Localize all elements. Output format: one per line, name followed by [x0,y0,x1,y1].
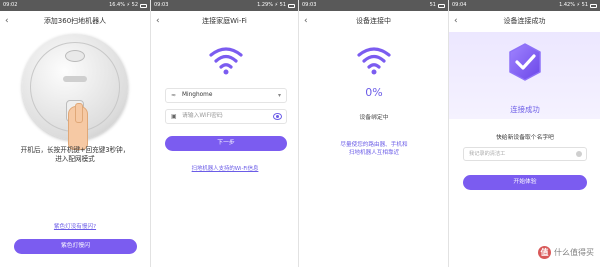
page-title: 连接家庭Wi-Fi [202,17,247,25]
chevron-down-icon[interactable]: ▾ [278,89,281,102]
checkmark-icon [509,43,541,81]
status-right: 16.4% ⚡ 52 [109,0,147,11]
slow-flash-button[interactable]: 紫色灯慢闪 [14,239,137,254]
instruction-line-1: 开机后，长按开机键+回充键3秒钟， [20,146,130,154]
wifi-ssid-select[interactable]: ≈ Minghome ▾ [165,88,287,103]
robot-logo [63,76,87,82]
watermark-logo-icon: 值 [538,246,551,259]
back-arrow-icon[interactable]: ‹ [454,11,458,32]
page-title: 添加360扫地机器人 [43,17,107,25]
screen-connect-success: 09:04 1.42% ⚡ 51 ‹ 设备连接成功 连接成功 快给新设备取个名字… [448,0,600,267]
success-hero: 连接成功 [449,32,600,119]
progress-percent: 0% [365,86,383,99]
wifi-password-input[interactable]: ▣ 请输入WiFi密码 [165,109,287,124]
status-right: 1.42% ⚡ 51 [559,0,597,11]
nav-bar: ‹ 设备连接成功 [449,11,600,32]
page-title: 设备连接中 [356,17,391,25]
status-bar: 09:02 16.4% ⚡ 52 [0,0,150,11]
back-arrow-icon[interactable]: ‹ [156,11,160,32]
status-bar: 09:03 1.29% ⚡ 51 [151,0,298,11]
status-time: 09:02 [3,2,18,8]
back-arrow-icon[interactable]: ‹ [5,11,9,32]
status-bar: 09:04 1.42% ⚡ 51 [449,0,600,11]
status-indicators: 16.4% ⚡ 52 [109,2,138,8]
status-indicators: 51 [429,2,436,8]
battery-icon [438,3,445,8]
battery-icon [140,3,147,8]
tip-line-1: 尽量使您的路由器、手机和 [340,142,408,148]
eye-icon[interactable] [273,113,282,120]
success-text: 连接成功 [510,105,540,114]
tip-line-2: 扫地机器人互相靠近 [348,150,400,156]
screen-connect-wifi: 09:03 1.29% ⚡ 51 ‹ 连接家庭Wi-Fi ≈ Minghome … [150,0,298,267]
wifi-password-placeholder: 请输入WiFi密码 [182,113,223,119]
binding-status: 设备绑定中 [359,115,389,121]
status-time: 09:03 [302,2,317,8]
status-right: 51 [430,0,445,11]
nav-bar: ‹ 设备连接中 [299,11,448,32]
robot-sensor [65,50,85,62]
robot-illustration [22,34,128,150]
status-indicators: 1.42% ⚡ 51 [559,2,588,8]
no-slow-flash-link[interactable]: 紫色灯没有慢闪? [0,222,150,230]
nav-bar: ‹ 添加360扫地机器人 [0,11,150,32]
instruction-line-2: 进入配网模式 [55,155,95,163]
wifi-ssid-value: Minghome [182,92,213,98]
status-bar: 09:03 51 [299,0,448,11]
status-right: 1.29% ⚡ 51 [257,0,295,11]
status-time: 09:04 [452,2,467,8]
lock-icon: ▣ [171,113,177,120]
page-title: 设备连接成功 [503,17,546,25]
battery-icon [590,3,597,8]
name-prompt: 快给新设备取个名字吧 [496,135,554,141]
watermark: 值 什么值得买 [538,246,594,259]
wifi-info-link[interactable]: 扫地机器人支持的Wi-Fi信息 [151,164,298,172]
instruction-text: 开机后，长按开机键+回充键3秒钟， 进入配网模式 [0,146,150,164]
device-name-input[interactable]: 我记录的清洁工 [463,147,587,161]
watermark-text: 什么值得买 [554,248,594,257]
wifi-icon [209,47,243,75]
hand-icon [68,103,88,150]
next-button[interactable]: 下一步 [165,136,287,151]
nav-bar: ‹ 连接家庭Wi-Fi [151,11,298,32]
clear-icon[interactable] [576,151,582,157]
battery-icon [288,3,295,8]
status-time: 09:03 [154,2,169,8]
device-name-placeholder: 我记录的清洁工 [469,151,506,157]
screen-add-robot: 09:02 16.4% ⚡ 52 ‹ 添加360扫地机器人 开机后，长按开机键+… [0,0,150,267]
back-arrow-icon[interactable]: ‹ [304,11,308,32]
screen-connecting: 09:03 51 ‹ 设备连接中 0% 设备绑定中 尽量使您的路由器、手机和 扫… [298,0,448,267]
status-indicators: 1.29% ⚡ 51 [257,2,286,8]
start-experience-button[interactable]: 开始体验 [463,175,587,190]
wifi-icon [357,47,391,75]
proximity-tip: 尽量使您的路由器、手机和 扫地机器人互相靠近 [299,141,448,157]
wifi-small-icon: ≈ [171,92,177,99]
